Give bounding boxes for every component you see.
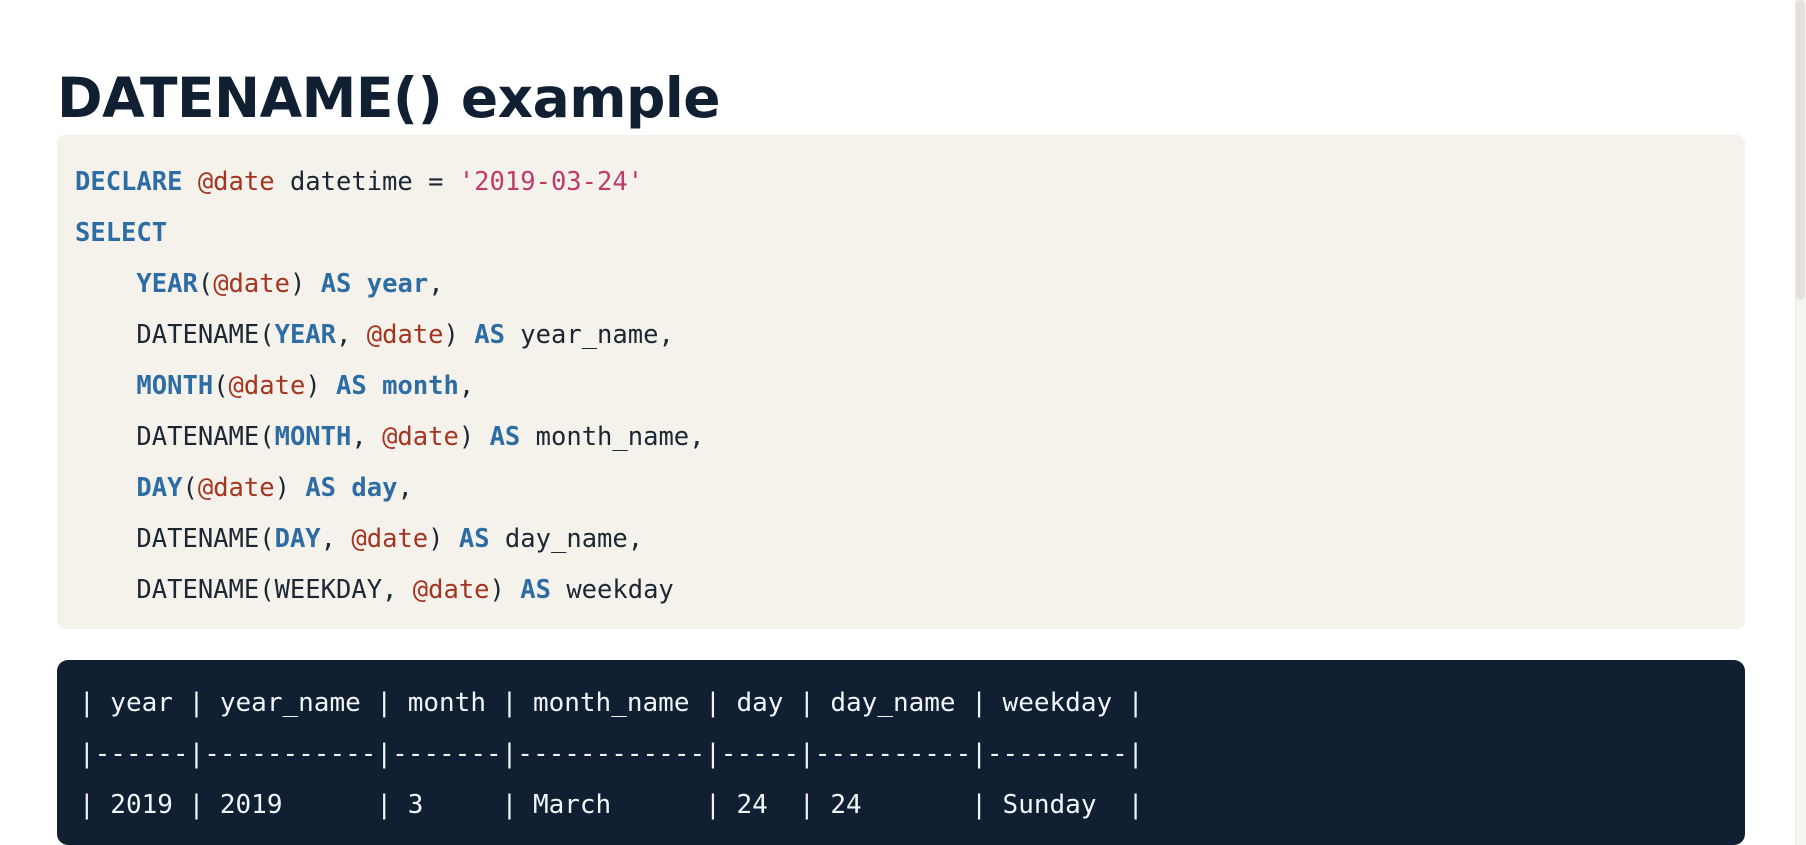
code-token-kw: SELECT (75, 218, 168, 248)
page-container: DATENAME() example DECLARE @date datetim… (0, 0, 1795, 845)
code-token-var: @date (382, 422, 459, 452)
code-token-var: @date (412, 575, 490, 605)
sql-code-block[interactable]: DECLARE @date datetime = '2019-03-24' SEL… (57, 135, 1745, 629)
code-line: DATENAME(YEAR, @date) AS year_name, (57, 310, 1745, 361)
code-token-kw: day (351, 473, 398, 503)
code-token-punct: , (320, 524, 352, 554)
code-token-kw: AS (320, 269, 352, 299)
code-token-kw: YEAR (136, 269, 198, 299)
page-scrollbar-track[interactable] (1795, 0, 1806, 845)
code-token-punct: ( (197, 269, 214, 299)
code-token-str: '2019-03-24' (458, 167, 644, 197)
output-line: | year | year_name | month | month_name … (79, 688, 1144, 718)
code-token-var: @date (197, 473, 275, 503)
code-line: SELECT (57, 208, 1745, 259)
code-token-var: @date (351, 524, 429, 554)
code-token-plain: day_name, (489, 524, 644, 554)
code-token-punct: ( (182, 473, 198, 503)
page-title: DATENAME() example (57, 65, 721, 130)
code-token-kw: AS (336, 371, 367, 401)
output-line: | 2019 | 2019 | 3 | March | 24 | 24 | Su… (79, 790, 1144, 820)
code-token-punct: , (351, 422, 383, 452)
code-token-plain: datetime = (274, 167, 459, 197)
query-output-block[interactable]: | year | year_name | month | month_name … (57, 660, 1745, 845)
code-line: DECLARE @date datetime = '2019-03-24' (57, 157, 1745, 208)
output-line: |------|-----------|-------|------------… (79, 739, 1144, 769)
code-token-kw: DECLARE (75, 167, 183, 197)
code-token-plain: DATENAME( (75, 422, 275, 452)
code-line: DATENAME(MONTH, @date) AS month_name, (57, 412, 1745, 463)
code-line: DAY(@date) AS day, (57, 463, 1745, 514)
code-token-plain: DATENAME(WEEKDAY, (75, 575, 413, 605)
code-token-plain: DATENAME( (75, 320, 275, 350)
code-token-kw: AS (474, 320, 505, 350)
code-token-var: @date (197, 167, 275, 197)
code-line: MONTH(@date) AS month, (57, 361, 1745, 412)
code-line: DATENAME(WEEKDAY, @date) AS weekday (57, 565, 1745, 616)
code-token-punct: ) (458, 422, 490, 452)
code-token-punct: ) (305, 371, 337, 401)
code-token-plain: month_name, (520, 422, 705, 452)
code-token-punct: ( (213, 371, 229, 401)
code-token-var: @date (228, 371, 306, 401)
code-token-kw: MONTH (274, 422, 352, 452)
code-token-punct: , (428, 269, 444, 299)
page-scrollbar-thumb[interactable] (1796, 0, 1805, 300)
code-token-kw: MONTH (136, 371, 214, 401)
code-token-punct: , (397, 473, 413, 503)
code-token-plain: weekday (550, 575, 674, 605)
code-token-kw: AS (458, 524, 490, 554)
code-token-var: @date (213, 269, 290, 299)
code-token-punct: ) (289, 269, 321, 299)
code-token-kw: DAY (136, 473, 183, 503)
code-token-plain: DATENAME( (75, 524, 275, 554)
code-token-kw: month (382, 371, 459, 401)
code-token-var: @date (366, 320, 444, 350)
code-line: DATENAME(DAY, @date) AS day_name, (57, 514, 1745, 565)
code-token-punct: , (336, 320, 367, 350)
code-token-kw: DAY (274, 524, 321, 554)
code-token-kw: AS (520, 575, 551, 605)
code-token-punct: ) (274, 473, 306, 503)
code-token-punct: ) (443, 320, 475, 350)
code-token-kw: year (366, 269, 429, 299)
code-token-punct: , (458, 371, 475, 401)
code-line: YEAR(@date) AS year, (57, 259, 1745, 310)
code-token-kw: YEAR (274, 320, 337, 350)
code-token-punct: ) (489, 575, 521, 605)
code-token-kw: AS (489, 422, 521, 452)
code-token-kw: AS (305, 473, 337, 503)
code-token-plain: year_name, (504, 320, 674, 350)
code-token-punct: ) (428, 524, 459, 554)
